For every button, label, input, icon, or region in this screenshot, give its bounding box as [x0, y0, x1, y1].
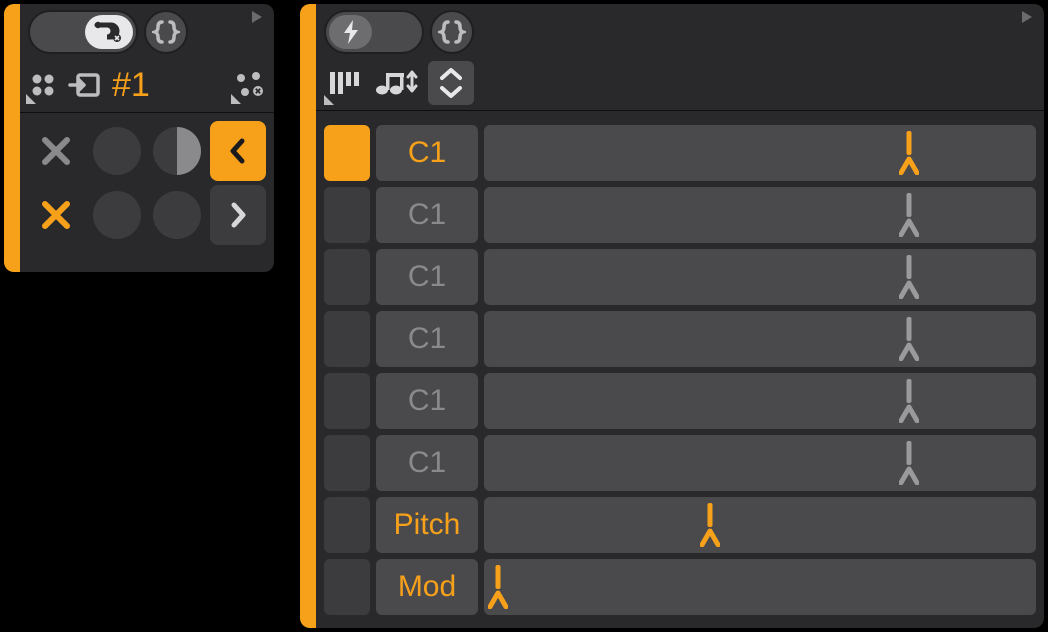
knob-icon: [93, 127, 141, 175]
trigger-mode-right[interactable]: [376, 15, 419, 49]
grid-cell-5[interactable]: [89, 185, 146, 245]
device-panel-right: C1 C1 C1 C1 C1 C1 Pitch Mod: [300, 4, 1044, 628]
track-row: C1: [324, 373, 1036, 429]
track-label[interactable]: C1: [376, 249, 478, 305]
pattern-label[interactable]: #1: [112, 66, 150, 105]
panel-accent-strip: [4, 4, 20, 272]
braces-icon: [152, 18, 180, 46]
mode-toggle-left[interactable]: [33, 15, 81, 49]
trigger-mode-left[interactable]: [329, 15, 372, 49]
panel-accent-strip: [300, 4, 316, 628]
chevron-right-icon: [228, 201, 248, 229]
track-label[interactable]: C1: [376, 125, 478, 181]
grid-cell-0[interactable]: [28, 121, 85, 181]
play-indicator-icon[interactable]: [250, 10, 264, 24]
value-marker[interactable]: [899, 255, 919, 299]
track-lane[interactable]: [484, 311, 1036, 367]
grid-cell-1[interactable]: [89, 121, 146, 181]
expand-vertical-icon: [437, 68, 465, 98]
track-lane[interactable]: [484, 187, 1036, 243]
grid-cell-4[interactable]: [28, 185, 85, 245]
mode-toggle[interactable]: [28, 10, 138, 54]
track-row: C1: [324, 187, 1036, 243]
track-lane[interactable]: [484, 125, 1036, 181]
note-updown-icon: [374, 68, 418, 98]
bars-icon: [327, 68, 361, 98]
x-icon: [38, 133, 74, 169]
track-row: C1: [324, 249, 1036, 305]
track-select-button[interactable]: [324, 249, 370, 305]
input-icon[interactable]: [68, 70, 102, 100]
track-label[interactable]: Mod: [376, 559, 478, 615]
track-lane[interactable]: [484, 497, 1036, 553]
x-icon: [38, 197, 74, 233]
mode-toggle-right[interactable]: [85, 15, 133, 49]
track-select-button[interactable]: [324, 559, 370, 615]
track-lane[interactable]: [484, 435, 1036, 491]
bars-button[interactable]: [324, 61, 364, 105]
track-select-button[interactable]: [324, 497, 370, 553]
expand-vertical-button[interactable]: [428, 61, 474, 105]
track-label[interactable]: C1: [376, 311, 478, 367]
note-updown-button[interactable]: [372, 61, 420, 105]
track-row: Mod: [324, 559, 1036, 615]
track-select-button[interactable]: [324, 373, 370, 429]
track-label[interactable]: C1: [376, 187, 478, 243]
play-indicator-icon[interactable]: [1020, 10, 1034, 24]
step-grid: [28, 121, 266, 245]
dots4-random-icon[interactable]: [234, 70, 266, 100]
track-label[interactable]: C1: [376, 435, 478, 491]
value-marker[interactable]: [488, 565, 508, 609]
chevron-left-icon: [228, 137, 248, 165]
track-lane[interactable]: [484, 559, 1036, 615]
value-marker[interactable]: [899, 441, 919, 485]
braces-icon: [438, 18, 466, 46]
knob-icon: [93, 191, 141, 239]
knob-half-icon: [153, 127, 201, 175]
trigger-mode-toggle[interactable]: [324, 10, 424, 54]
braces-button[interactable]: [430, 10, 474, 54]
value-marker[interactable]: [899, 379, 919, 423]
dots4-icon[interactable]: [28, 70, 58, 100]
knob-icon: [153, 191, 201, 239]
value-marker[interactable]: [899, 317, 919, 361]
value-marker[interactable]: [899, 131, 919, 175]
route-icon: [94, 20, 124, 44]
track-row: Pitch: [324, 497, 1036, 553]
bolt-icon: [341, 19, 361, 45]
grid-cell-7-next[interactable]: [210, 185, 267, 245]
track-row: C1: [324, 435, 1036, 491]
divider: [316, 110, 1044, 111]
track-lane[interactable]: [484, 373, 1036, 429]
device-panel-left: #1: [4, 4, 274, 272]
divider: [20, 112, 274, 113]
value-marker[interactable]: [899, 193, 919, 237]
track-select-button[interactable]: [324, 187, 370, 243]
track-lane[interactable]: [484, 249, 1036, 305]
grid-cell-6[interactable]: [149, 185, 206, 245]
grid-cell-2[interactable]: [149, 121, 206, 181]
track-list: C1 C1 C1 C1 C1 C1 Pitch Mod: [318, 125, 1040, 622]
track-label[interactable]: C1: [376, 373, 478, 429]
track-row: C1: [324, 311, 1036, 367]
track-row: C1: [324, 125, 1036, 181]
track-label[interactable]: Pitch: [376, 497, 478, 553]
value-marker[interactable]: [700, 503, 720, 547]
track-select-button[interactable]: [324, 311, 370, 367]
braces-button[interactable]: [144, 10, 188, 54]
grid-cell-3-prev[interactable]: [210, 121, 267, 181]
track-select-button[interactable]: [324, 435, 370, 491]
track-select-button[interactable]: [324, 125, 370, 181]
